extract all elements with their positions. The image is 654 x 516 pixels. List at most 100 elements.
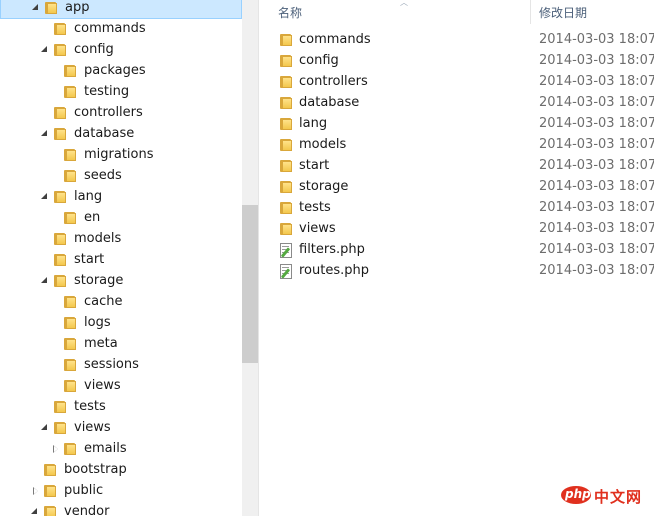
expanded-arrow-icon[interactable] <box>41 46 47 52</box>
nav-tree-item[interactable]: tests <box>0 397 242 418</box>
file-row-folder[interactable]: commands 2014-03-03 18:07 <box>259 29 654 50</box>
folder-icon <box>279 180 293 194</box>
nav-tree-item[interactable]: commands <box>0 19 242 40</box>
nav-tree-item[interactable]: emails <box>0 439 242 460</box>
nav-tree-item[interactable]: cache <box>0 292 242 313</box>
watermark-text: 中文网 <box>594 488 643 506</box>
folder-icon <box>43 463 57 477</box>
folder-icon <box>53 127 67 141</box>
nav-tree-item[interactable]: views <box>0 376 242 397</box>
file-row-folder[interactable]: controllers 2014-03-03 18:07 <box>259 71 654 92</box>
file-name: start <box>299 158 330 173</box>
expanded-arrow-icon[interactable] <box>41 130 47 136</box>
php-logo-icon: php <box>561 486 591 504</box>
folder-icon <box>63 148 77 162</box>
nav-tree-item[interactable]: logs <box>0 313 242 334</box>
folder-icon <box>63 295 77 309</box>
collapsed-arrow-icon[interactable] <box>53 445 58 453</box>
folder-icon <box>53 43 67 57</box>
file-list-pane: 名称 ︿ 修改日期 commands 2014-03-03 18:07 config… <box>259 0 654 516</box>
column-divider[interactable] <box>530 0 531 24</box>
column-header-name[interactable]: 名称 <box>278 4 302 21</box>
file-row-folder[interactable]: config 2014-03-03 18:07 <box>259 50 654 71</box>
file-modified-date: 2014-03-03 18:07 <box>539 221 654 236</box>
nav-tree-item[interactable]: migrations <box>0 145 242 166</box>
nav-tree-label: sessions <box>84 357 139 372</box>
file-modified-date: 2014-03-03 18:07 <box>539 95 654 110</box>
column-header-modified[interactable]: 修改日期 <box>539 4 587 21</box>
folder-icon <box>279 54 293 68</box>
nav-tree-item[interactable]: packages <box>0 61 242 82</box>
file-row-file[interactable]: filters.php 2014-03-03 18:07 <box>259 239 654 260</box>
folder-icon <box>279 201 293 215</box>
nav-tree-item[interactable]: vendor <box>0 502 242 516</box>
nav-tree-item[interactable]: controllers <box>0 103 242 124</box>
file-row-file[interactable]: routes.php 2014-03-03 18:07 <box>259 260 654 281</box>
nav-tree-item[interactable]: sessions <box>0 355 242 376</box>
file-row-folder[interactable]: start 2014-03-03 18:07 <box>259 155 654 176</box>
file-row-folder[interactable]: database 2014-03-03 18:07 <box>259 92 654 113</box>
file-name: database <box>299 95 360 110</box>
nav-tree-item[interactable]: seeds <box>0 166 242 187</box>
nav-tree-label: controllers <box>74 105 143 120</box>
nav-tree-item[interactable]: database <box>0 124 242 145</box>
nav-tree-label: public <box>64 483 104 498</box>
folder-icon <box>63 64 77 78</box>
nav-tree-item[interactable]: meta <box>0 334 242 355</box>
nav-tree-item[interactable]: testing <box>0 82 242 103</box>
nav-tree-item[interactable]: models <box>0 229 242 250</box>
file-modified-date: 2014-03-03 18:07 <box>539 74 654 89</box>
file-modified-date: 2014-03-03 18:07 <box>539 242 654 257</box>
nav-tree-label: commands <box>74 21 146 36</box>
nav-tree-label: start <box>74 252 105 267</box>
nav-tree-item[interactable]: public <box>0 481 242 502</box>
folder-icon <box>63 442 77 456</box>
nav-scrollbar[interactable] <box>242 0 258 516</box>
expanded-arrow-icon[interactable] <box>31 508 37 514</box>
nav-tree-item[interactable]: lang <box>0 187 242 208</box>
file-row-folder[interactable]: lang 2014-03-03 18:07 <box>259 113 654 134</box>
nav-tree-label: meta <box>84 336 118 351</box>
file-name: routes.php <box>299 263 369 278</box>
file-row-folder[interactable]: tests 2014-03-03 18:07 <box>259 197 654 218</box>
expanded-arrow-icon[interactable] <box>32 4 38 10</box>
file-modified-date: 2014-03-03 18:07 <box>539 116 654 131</box>
folder-icon <box>63 169 77 183</box>
column-header: 名称 ︿ 修改日期 <box>259 0 654 25</box>
folder-icon <box>279 138 293 152</box>
nav-tree-item[interactable]: storage <box>0 271 242 292</box>
nav-tree-item[interactable]: views <box>0 418 242 439</box>
file-row-folder[interactable]: storage 2014-03-03 18:07 <box>259 176 654 197</box>
collapsed-arrow-icon[interactable] <box>33 487 38 495</box>
expanded-arrow-icon[interactable] <box>41 424 47 430</box>
nav-tree-item[interactable]: en <box>0 208 242 229</box>
nav-tree-item[interactable]: config <box>0 40 242 61</box>
folder-icon <box>43 484 57 498</box>
file-modified-date: 2014-03-03 18:07 <box>539 200 654 215</box>
file-row-folder[interactable]: views 2014-03-03 18:07 <box>259 218 654 239</box>
folder-icon <box>63 358 77 372</box>
folder-icon <box>279 159 293 173</box>
folder-icon <box>63 379 77 393</box>
file-row-folder[interactable]: models 2014-03-03 18:07 <box>259 134 654 155</box>
nav-tree-item[interactable]: start <box>0 250 242 271</box>
expanded-arrow-icon[interactable] <box>41 277 47 283</box>
sort-ascending-icon: ︿ <box>400 0 408 7</box>
nav-scrollbar-thumb[interactable] <box>242 205 258 363</box>
nav-tree-item[interactable]: app <box>0 0 242 19</box>
php-file-icon <box>279 243 293 258</box>
nav-tree-label: bootstrap <box>64 462 127 477</box>
nav-tree-item[interactable]: bootstrap <box>0 460 242 481</box>
folder-icon <box>279 75 293 89</box>
php-file-icon <box>279 264 293 279</box>
file-name: lang <box>299 116 328 131</box>
folder-icon <box>53 22 67 36</box>
file-modified-date: 2014-03-03 18:07 <box>539 179 654 194</box>
expanded-arrow-icon[interactable] <box>41 193 47 199</box>
file-name: views <box>299 221 336 236</box>
folder-icon <box>53 106 67 120</box>
nav-tree-label: tests <box>74 399 106 414</box>
folder-icon <box>43 505 57 516</box>
folder-icon <box>53 190 67 204</box>
file-name: storage <box>299 179 349 194</box>
